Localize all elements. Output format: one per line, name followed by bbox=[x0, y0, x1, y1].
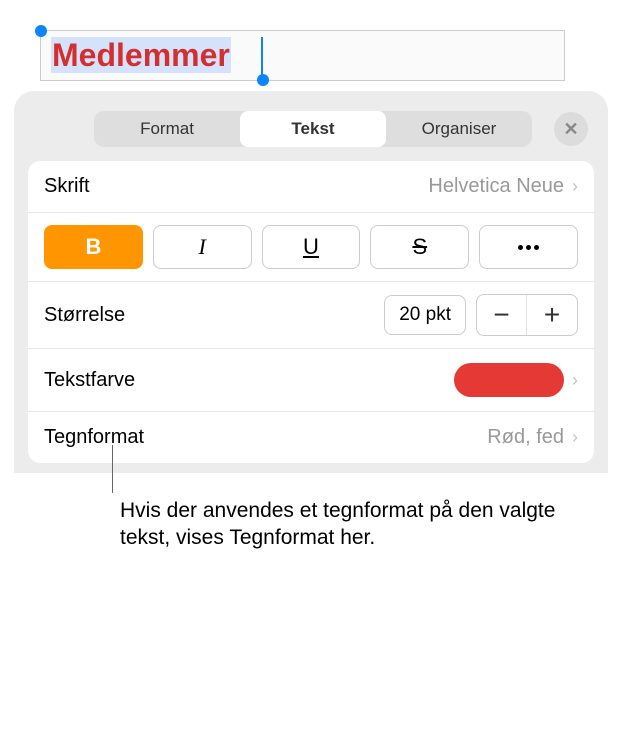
plus-icon: + bbox=[544, 299, 560, 331]
inspector-panel: Format Tekst Organiser ✕ Skrift Helvetic… bbox=[14, 91, 608, 473]
tab-segmented-control: Format Tekst Organiser bbox=[94, 111, 532, 147]
selected-text[interactable]: Medlemmer bbox=[51, 37, 231, 73]
ellipsis-icon bbox=[518, 245, 539, 250]
text-cursor bbox=[261, 37, 263, 75]
bold-button[interactable]: B bbox=[44, 225, 143, 269]
canvas-area: Medlemmer bbox=[0, 0, 622, 91]
underline-button[interactable]: U bbox=[262, 225, 361, 269]
color-swatch[interactable] bbox=[454, 363, 564, 397]
size-row: Størrelse 20 pkt − + bbox=[28, 282, 594, 349]
panel-header: Format Tekst Organiser ✕ bbox=[14, 91, 608, 161]
text-color-row[interactable]: Tekstfarve › bbox=[28, 349, 594, 412]
text-color-label: Tekstfarve bbox=[44, 369, 135, 392]
size-label: Størrelse bbox=[44, 304, 125, 327]
character-style-value: Rød, fed bbox=[487, 426, 564, 449]
character-style-label: Tegnformat bbox=[44, 426, 144, 449]
strikethrough-button[interactable]: S bbox=[370, 225, 469, 269]
chevron-right-icon: › bbox=[572, 427, 578, 448]
font-label: Skrift bbox=[44, 175, 90, 198]
size-increase-button[interactable]: + bbox=[527, 295, 577, 335]
minus-icon: − bbox=[493, 299, 509, 331]
font-row[interactable]: Skrift Helvetica Neue › bbox=[28, 161, 594, 213]
chevron-right-icon: › bbox=[572, 176, 578, 197]
size-decrease-button[interactable]: − bbox=[477, 295, 527, 335]
callout: Hvis der anvendes et tegnformat på den v… bbox=[120, 497, 572, 552]
size-value[interactable]: 20 pkt bbox=[384, 295, 466, 335]
tab-format[interactable]: Format bbox=[94, 111, 240, 147]
chevron-right-icon: › bbox=[572, 370, 578, 391]
tab-organiser[interactable]: Organiser bbox=[386, 111, 532, 147]
close-button[interactable]: ✕ bbox=[554, 112, 588, 146]
close-icon: ✕ bbox=[563, 119, 578, 140]
selection-handle-bottom[interactable] bbox=[257, 74, 269, 86]
tab-tekst[interactable]: Tekst bbox=[240, 111, 386, 147]
selection-handle-top[interactable] bbox=[35, 25, 47, 37]
italic-button[interactable]: I bbox=[153, 225, 252, 269]
callout-text: Hvis der anvendes et tegnformat på den v… bbox=[120, 497, 572, 552]
more-options-button[interactable] bbox=[479, 225, 578, 269]
callout-pointer-line bbox=[112, 445, 113, 493]
font-value: Helvetica Neue bbox=[428, 175, 564, 198]
size-stepper: − + bbox=[476, 294, 578, 336]
panel-body: Skrift Helvetica Neue › B I U S Størrels… bbox=[28, 161, 594, 463]
text-box[interactable]: Medlemmer bbox=[40, 30, 565, 81]
text-style-row: B I U S bbox=[28, 213, 594, 282]
